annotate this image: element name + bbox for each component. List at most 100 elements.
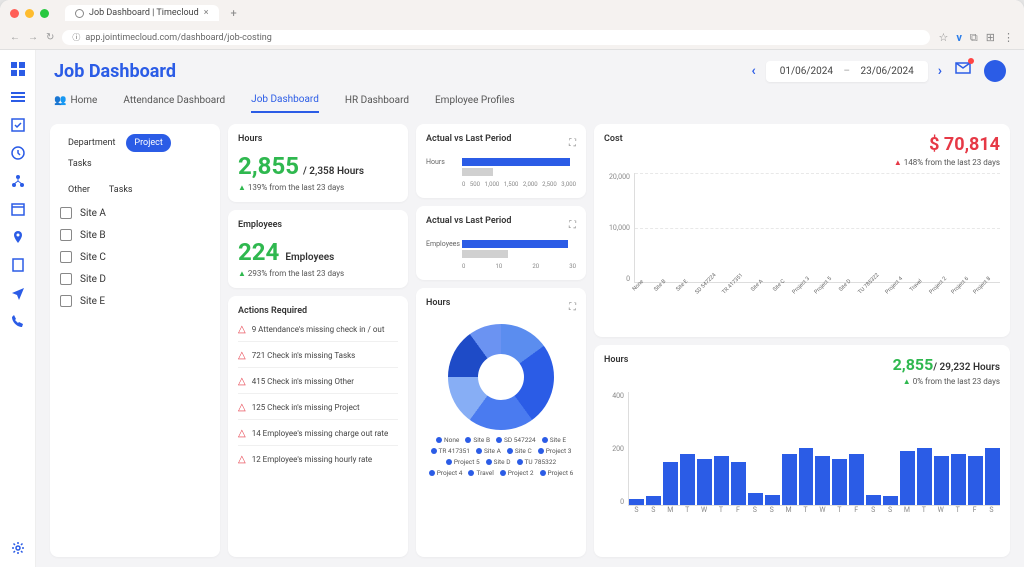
pill-tasks2[interactable]: Tasks xyxy=(101,181,141,199)
checkbox-icon[interactable] xyxy=(60,229,72,241)
forward-icon[interactable]: → xyxy=(28,32,38,43)
action-item[interactable]: △14 Employee's missing charge out rate xyxy=(238,428,398,446)
hbar-actual xyxy=(462,158,570,166)
actual-emp-title: Actual vs Last Period xyxy=(426,216,511,226)
list-icon[interactable] xyxy=(11,90,25,104)
daily-bar xyxy=(934,456,949,504)
reload-icon[interactable]: ↻ xyxy=(46,32,54,43)
filter-item[interactable]: Site E xyxy=(60,295,210,307)
action-item[interactable]: △125 Check in's missing Project xyxy=(238,402,398,420)
dashboard-icon[interactable] xyxy=(11,62,25,76)
daily-bar xyxy=(832,459,847,504)
checkbox-icon[interactable] xyxy=(60,273,72,285)
filter-item[interactable]: Site C xyxy=(60,251,210,263)
date-from: 01/06/2024 xyxy=(780,66,833,77)
pill-other[interactable]: Other xyxy=(60,181,98,199)
legend-item: Project 3 xyxy=(538,447,572,455)
user-avatar[interactable] xyxy=(984,60,1006,82)
daily-bar xyxy=(680,454,695,505)
legend-dot-icon xyxy=(496,437,502,443)
filter-card: Department Project Tasks Other Tasks Sit… xyxy=(50,124,220,557)
pill-tasks[interactable]: Tasks xyxy=(60,155,100,173)
daily-bar xyxy=(900,451,915,505)
filter-item[interactable]: Site A xyxy=(60,207,210,219)
location-icon[interactable] xyxy=(11,230,25,244)
tab-profiles[interactable]: Employee Profiles xyxy=(435,88,515,113)
tab-attendance[interactable]: Attendance Dashboard xyxy=(123,88,225,113)
tab-hr[interactable]: HR Dashboard xyxy=(345,88,409,113)
daily-bar xyxy=(799,448,814,505)
menu-icon[interactable]: ⋮ xyxy=(1003,31,1014,44)
extension-icon[interactable]: ⊞ xyxy=(986,31,995,44)
cost-value: $ 70,814 xyxy=(894,134,1000,155)
pill-department[interactable]: Department xyxy=(60,134,123,152)
daily-bar xyxy=(951,454,966,505)
warning-icon: △ xyxy=(238,454,246,465)
new-tab-icon[interactable]: + xyxy=(231,7,237,20)
url-text: app.jointimecloud.com/dashboard/job-cost… xyxy=(85,33,271,43)
close-tab-icon[interactable]: × xyxy=(204,8,209,18)
pill-project[interactable]: Project xyxy=(126,134,170,152)
donut-title: Hours xyxy=(426,298,450,308)
browser-tab[interactable]: Job Dashboard | Timecloud × xyxy=(65,5,219,21)
warning-icon: △ xyxy=(238,428,246,439)
date-next-icon[interactable]: › xyxy=(938,63,942,79)
action-item[interactable]: △ 415 Check in's missing Other xyxy=(238,376,398,394)
daily-bar xyxy=(883,496,898,504)
url-input[interactable]: ⓘ app.jointimecloud.com/dashboard/job-co… xyxy=(62,30,930,45)
action-item[interactable]: △9 Attendance's missing check in / out xyxy=(238,324,398,342)
action-text: 12 Employee's missing hourly rate xyxy=(252,455,372,464)
nav-tabs: 👥Home Attendance Dashboard Job Dashboard… xyxy=(36,88,1024,114)
filter-label: Site A xyxy=(80,208,106,219)
tab-job[interactable]: Job Dashboard xyxy=(251,88,319,113)
legend-dot-icon xyxy=(500,470,506,476)
filter-label: Site B xyxy=(80,230,106,241)
back-icon[interactable]: ← xyxy=(10,32,20,43)
calendar-icon[interactable] xyxy=(11,202,25,216)
vimeo-icon[interactable]: v xyxy=(956,31,962,44)
hbar-actual-emp xyxy=(462,240,568,248)
checkbox-icon[interactable] xyxy=(60,295,72,307)
plane-icon[interactable] xyxy=(11,286,25,300)
warning-icon: △ xyxy=(238,376,246,387)
date-range-picker[interactable]: 01/06/2024 – 23/06/2024 xyxy=(766,61,928,82)
expand-icon[interactable]: ⛶ xyxy=(569,220,576,231)
action-text: 125 Check in's missing Project xyxy=(252,403,360,412)
daily-bar xyxy=(714,456,729,504)
settings-icon[interactable] xyxy=(11,541,25,555)
hours2-title: Hours xyxy=(604,355,628,365)
employees-sub: Employees xyxy=(285,252,334,263)
minimize-window[interactable] xyxy=(25,9,34,18)
maximize-window[interactable] xyxy=(40,9,49,18)
notifications-icon[interactable] xyxy=(954,60,972,82)
checkbox-icon[interactable] xyxy=(60,251,72,263)
close-window[interactable] xyxy=(10,9,19,18)
approvals-icon[interactable] xyxy=(11,118,25,132)
checkbox-icon[interactable] xyxy=(60,207,72,219)
date-prev-icon[interactable]: ‹ xyxy=(751,63,755,79)
star-icon[interactable]: ☆ xyxy=(938,31,948,44)
hours-title: Hours xyxy=(238,134,398,144)
expand-icon[interactable]: ⛶ xyxy=(569,138,576,149)
action-text: 415 Check in's missing Other xyxy=(252,377,354,386)
daily-bar xyxy=(748,493,763,504)
hierarchy-icon[interactable] xyxy=(11,174,25,188)
hours-trend: ▲ 139% from the last 23 days xyxy=(238,183,398,192)
expand-icon[interactable]: ⛶ xyxy=(569,302,576,313)
phone-icon[interactable] xyxy=(11,314,25,328)
filter-item[interactable]: Site B xyxy=(60,229,210,241)
action-item[interactable]: △ 12 Employee's missing hourly rate xyxy=(238,454,398,471)
filter-item[interactable]: Site D xyxy=(60,273,210,285)
hours2-value: 2,855/ 29,232 Hours xyxy=(893,355,1000,374)
daily-bar xyxy=(815,456,830,504)
cost-card: Cost $ 70,814 ▲ 148% from the last 23 da… xyxy=(594,124,1010,337)
clock-icon[interactable] xyxy=(11,146,25,160)
hours-value: 2,855 xyxy=(238,152,299,180)
document-icon[interactable] xyxy=(11,258,25,272)
hours-sub: / 2,358 Hours xyxy=(303,166,364,177)
action-item[interactable]: △721 Check in's missing Tasks xyxy=(238,350,398,368)
legend-item: Site B xyxy=(465,436,490,444)
copy-icon[interactable]: ⧉ xyxy=(970,31,978,45)
tab-home[interactable]: 👥Home xyxy=(54,88,97,113)
legend-item: Project 5 xyxy=(446,458,480,466)
